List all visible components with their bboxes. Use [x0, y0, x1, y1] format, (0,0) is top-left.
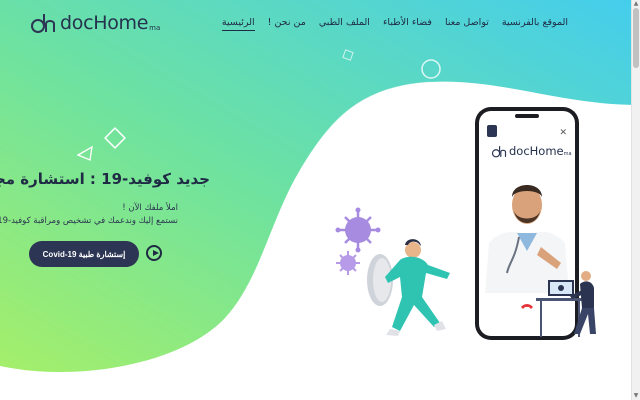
desk-scene-illustration: [536, 271, 596, 337]
close-icon[interactable]: ✕: [559, 129, 567, 138]
scroll-up-icon[interactable]: ▲: [633, 1, 639, 7]
main-nav: الرئيسية من نحن ! الملف الطبي فضاء الأطب…: [221, 17, 568, 31]
play-circle-icon[interactable]: [146, 245, 162, 261]
nav-french-site[interactable]: الموقع بالفرنسية: [502, 17, 568, 31]
phone-logo: docHome ma: [491, 144, 572, 158]
dh-logo-icon: [31, 14, 55, 33]
dots-grid-decor: [505, 98, 521, 108]
phone-brand-suffix: ma: [563, 151, 572, 157]
phone-brand-name: docHome: [509, 144, 564, 158]
cross-decor: [353, 117, 362, 126]
brand-name: docHome: [60, 12, 149, 34]
dot-decor: [314, 161, 320, 167]
nav-about[interactable]: من نحن !: [268, 17, 306, 31]
brand-suffix: ma: [149, 23, 161, 32]
virus-small-icon: [336, 251, 360, 275]
hero-headline: جديد كوفيد-19 : استشارة مجانية: [0, 170, 210, 188]
phone-notch: [515, 114, 539, 118]
scrollbar-thumb[interactable]: [633, 8, 639, 68]
hero-subtext-1: املأ ملفك الآن !: [122, 203, 178, 213]
nav-medical-file[interactable]: الملف الطبي: [319, 17, 370, 31]
doctor-figure: [385, 239, 450, 336]
page-scrollbar[interactable]: ▲ ▼: [631, 0, 640, 400]
covid-consultation-button[interactable]: إستشارة طبية Covid-19: [29, 241, 139, 267]
nav-home[interactable]: الرئيسية: [221, 17, 255, 31]
hero-subtext-2: نستمع إليك وندعمك في تشخيص ومراقبة كوفيد…: [0, 216, 178, 226]
dh-logo-icon: [491, 145, 507, 157]
virus-large-icon: [335, 207, 381, 253]
site-logo[interactable]: docHome ma: [30, 12, 160, 34]
nav-doctors-space[interactable]: فضاء الأطباء: [383, 17, 432, 31]
doctor-shield-illustration: [335, 207, 450, 336]
app-icon: [487, 125, 497, 137]
nav-contact[interactable]: تواصل معنا: [445, 17, 489, 31]
scroll-down-icon[interactable]: ▼: [633, 393, 639, 399]
